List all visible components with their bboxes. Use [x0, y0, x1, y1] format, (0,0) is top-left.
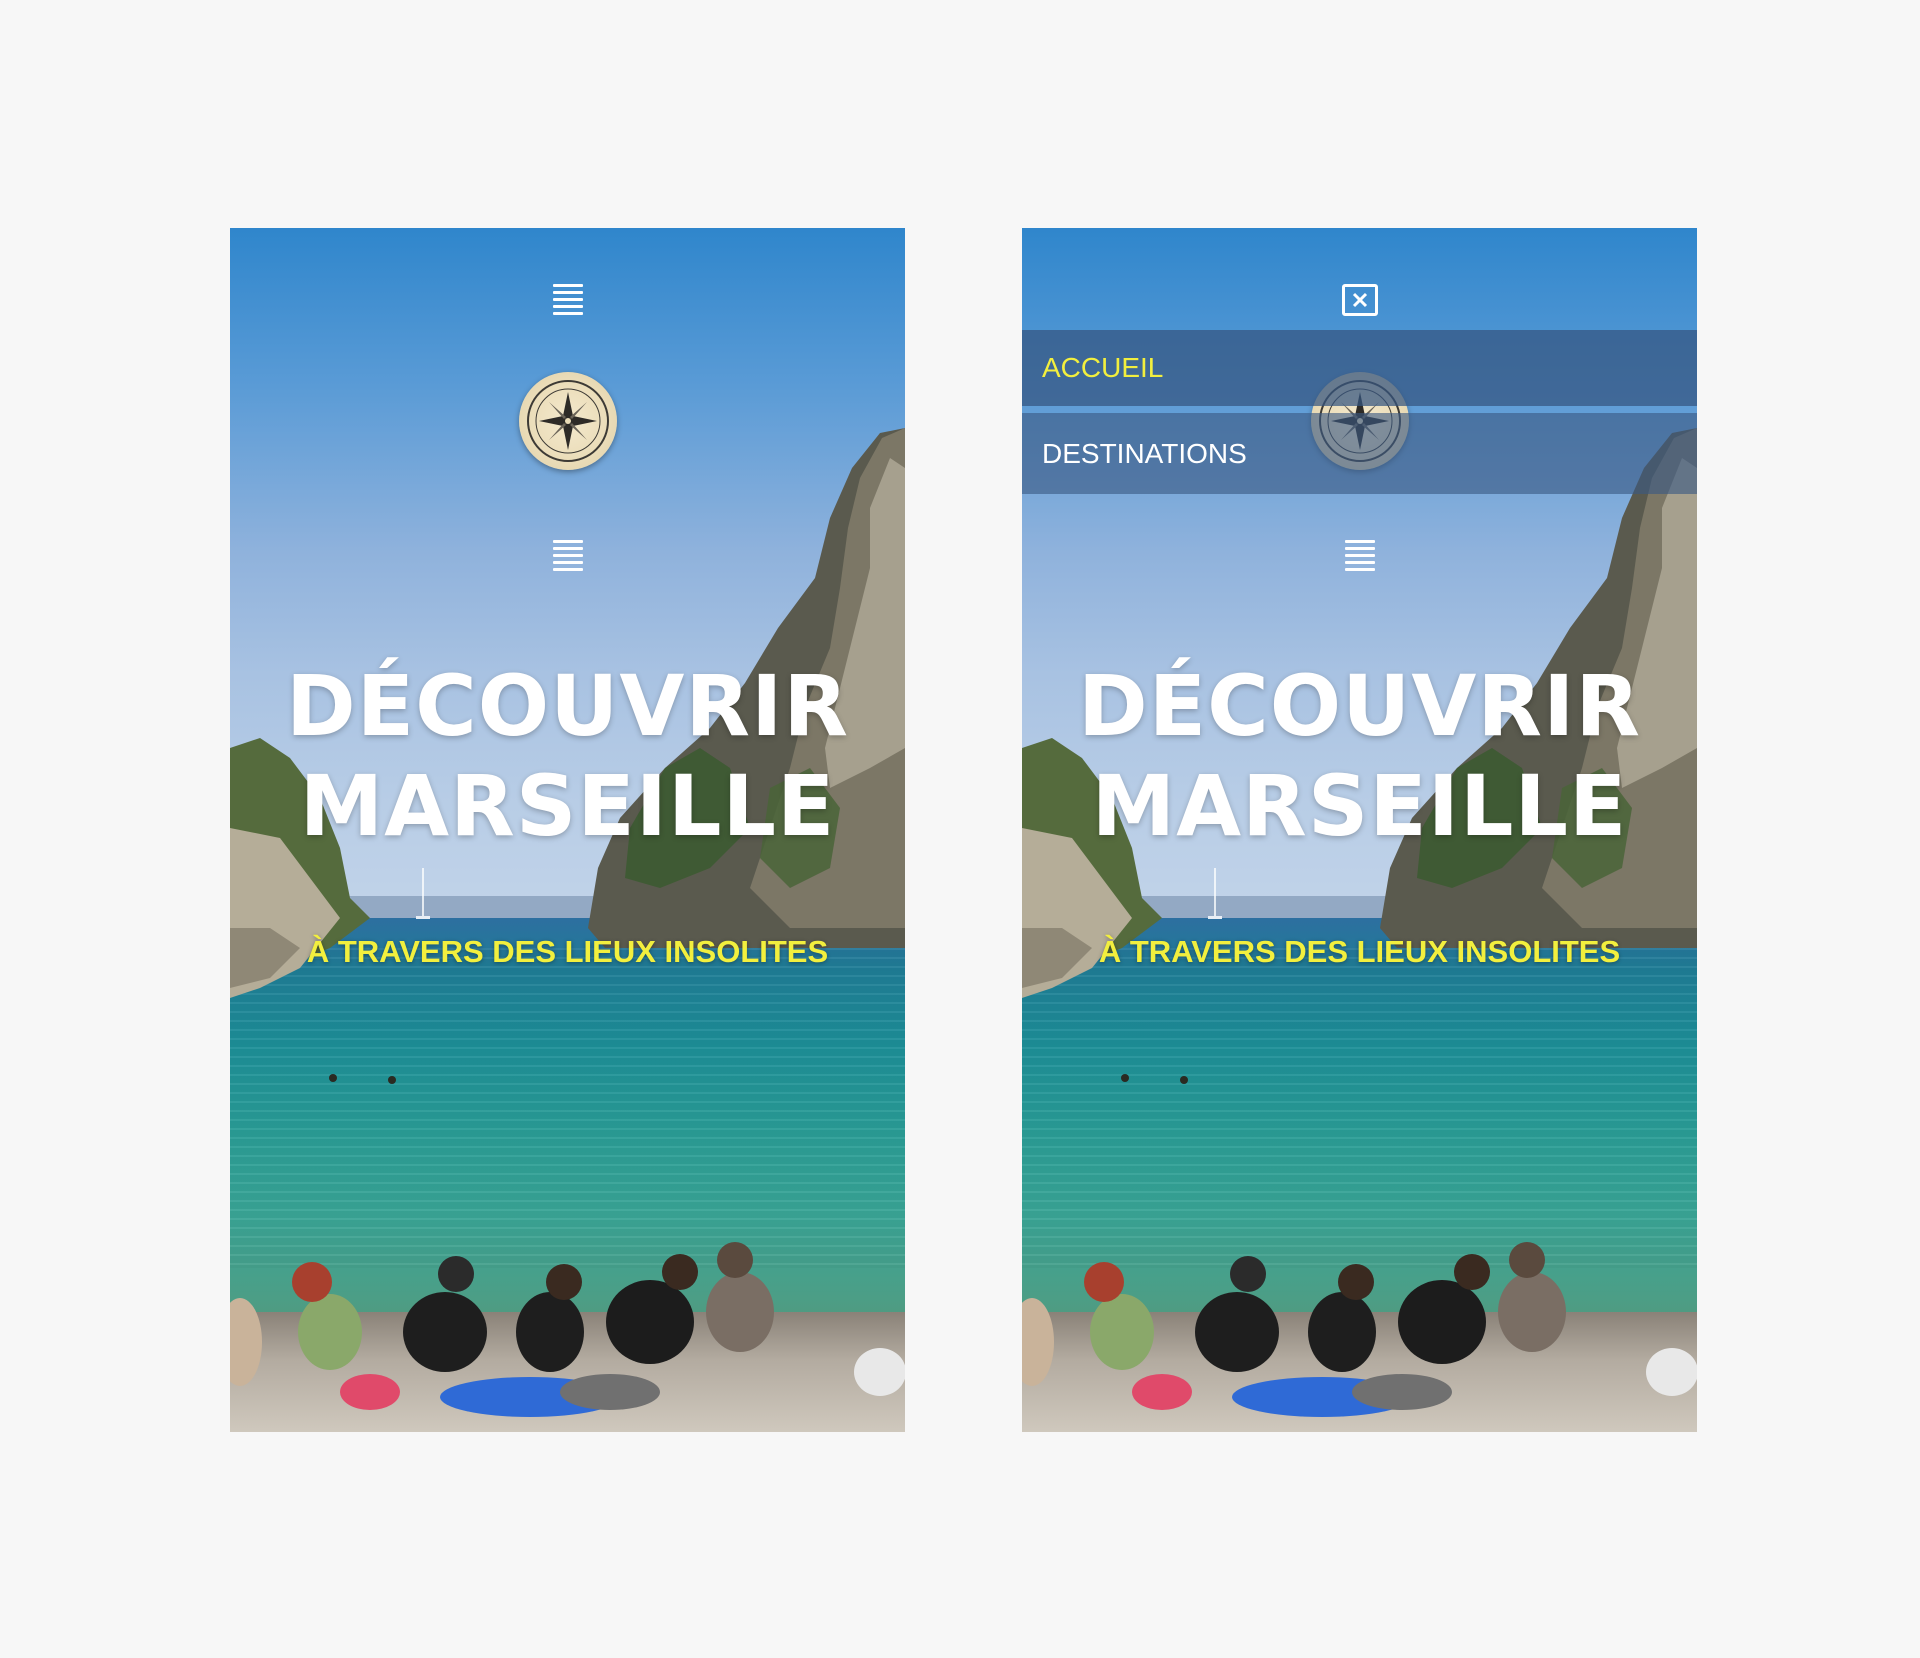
hero-title-line-1: DÉCOUVRIR: [1078, 657, 1641, 755]
hero-subtitle: À TRAVERS DES LIEUX INSOLITES: [306, 934, 829, 969]
secondary-hamburger-icon[interactable]: [552, 540, 583, 572]
menu-toggle-hamburger-icon[interactable]: [552, 284, 583, 316]
hero-title-line-2: MARSEILLE: [299, 757, 836, 855]
hero-title: DÉCOUVRIR MARSEILLE: [1022, 656, 1697, 856]
nav-item-destinations[interactable]: DESTINATIONS: [1022, 413, 1697, 494]
compass-logo[interactable]: [518, 372, 617, 470]
hero-title-line-1: DÉCOUVRIR: [286, 657, 849, 755]
close-icon: [1352, 292, 1367, 308]
hero-title-line-2: MARSEILLE: [1091, 757, 1628, 855]
mobile-screen-menu-closed: DÉCOUVRIR MARSEILLE À TRAVERS DES LIEUX …: [230, 228, 905, 1432]
secondary-hamburger-icon[interactable]: [1344, 540, 1375, 572]
menu-close-button[interactable]: [1341, 284, 1378, 316]
nav-item-accueil[interactable]: ACCUEIL: [1022, 330, 1697, 406]
mobile-nav-menu: ACCUEIL DESTINATIONS: [1022, 330, 1697, 494]
hero-title: DÉCOUVRIR MARSEILLE: [230, 656, 905, 856]
people-on-beach: [1022, 1242, 1697, 1417]
compass-rose-icon: [526, 380, 609, 462]
hero-subtitle: À TRAVERS DES LIEUX INSOLITES: [1098, 934, 1621, 969]
people-on-beach: [230, 1242, 905, 1417]
mobile-screen-menu-open: ACCUEIL DESTINATIONS DÉCOUVRIR MARSEILLE…: [1022, 228, 1697, 1432]
